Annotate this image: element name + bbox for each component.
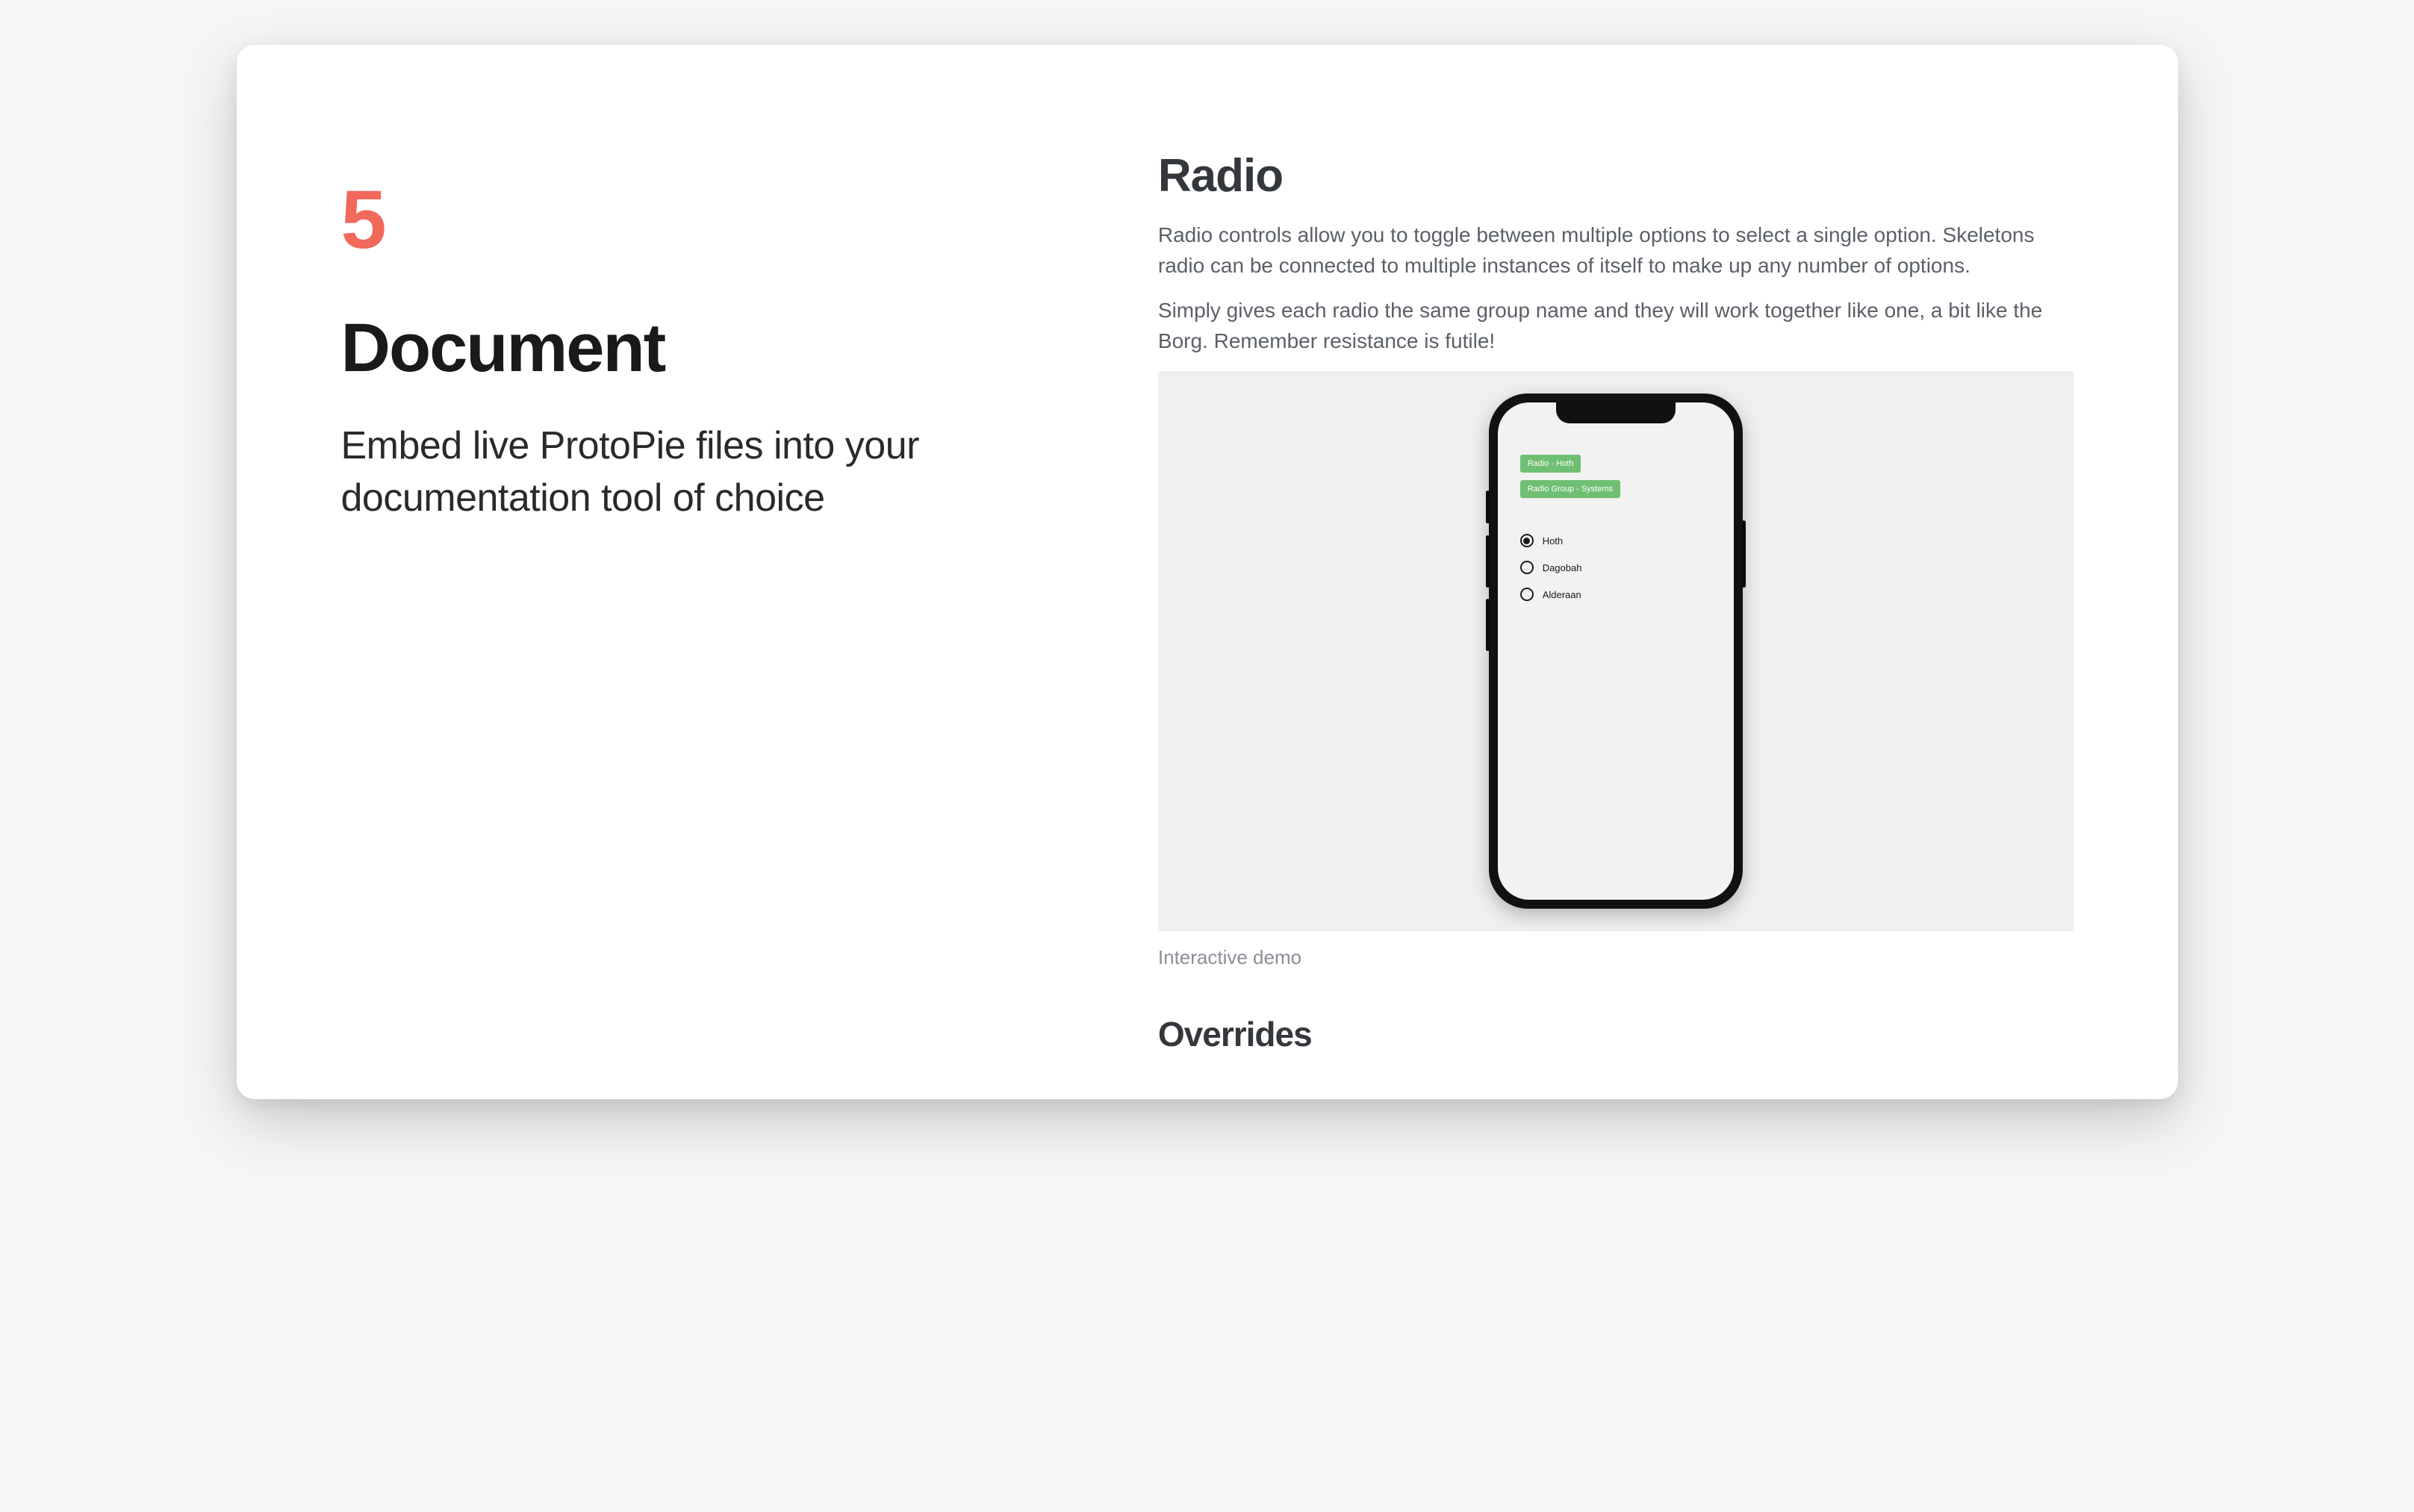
radio-label: Hoth: [1543, 535, 1563, 547]
radio-option[interactable]: Dagobah: [1520, 561, 1711, 574]
doc-paragraph: Simply gives each radio the same group n…: [1158, 296, 2074, 356]
slide-left-panel: 5 Document Embed live ProtoPie files int…: [341, 149, 1068, 1054]
demo-caption: Interactive demo: [1158, 946, 2074, 969]
radio-label: Dagobah: [1543, 562, 1582, 573]
phone-volume-down-icon: [1486, 599, 1490, 651]
doc-heading-radio: Radio: [1158, 149, 2074, 202]
phone-mute-switch-icon: [1486, 491, 1490, 523]
radio-circle-icon: [1520, 588, 1534, 601]
phone-screen: Radio - Hoth Radio Group - Systems Hoth …: [1498, 402, 1734, 900]
chip-radio-group: Radio Group - Systems: [1520, 480, 1620, 498]
step-number: 5: [341, 179, 1068, 261]
radio-circle-icon: [1520, 534, 1534, 547]
phone-mockup: Radio - Hoth Radio Group - Systems Hoth …: [1489, 393, 1743, 909]
slide-card: 5 Document Embed live ProtoPie files int…: [237, 45, 2178, 1099]
demo-frame: Radio - Hoth Radio Group - Systems Hoth …: [1158, 371, 2074, 931]
slide-description: Embed live ProtoPie files into your docu…: [341, 420, 1068, 524]
radio-group: Hoth Dagobah Alderaan: [1520, 534, 1711, 601]
phone-notch-icon: [1556, 402, 1676, 423]
phone-power-button-icon: [1742, 520, 1746, 588]
doc-preview-panel: Radio Radio controls allow you to toggle…: [1158, 149, 2074, 1054]
phone-volume-up-icon: [1486, 535, 1490, 588]
doc-heading-overrides: Overrides: [1158, 1014, 2074, 1054]
slide-title: Document: [341, 314, 1068, 382]
doc-paragraph: Radio controls allow you to toggle betwe…: [1158, 220, 2074, 281]
radio-option[interactable]: Hoth: [1520, 534, 1711, 547]
radio-label: Alderaan: [1543, 589, 1581, 600]
radio-option[interactable]: Alderaan: [1520, 588, 1711, 601]
chip-radio-item: Radio - Hoth: [1520, 455, 1581, 473]
radio-circle-icon: [1520, 561, 1534, 574]
